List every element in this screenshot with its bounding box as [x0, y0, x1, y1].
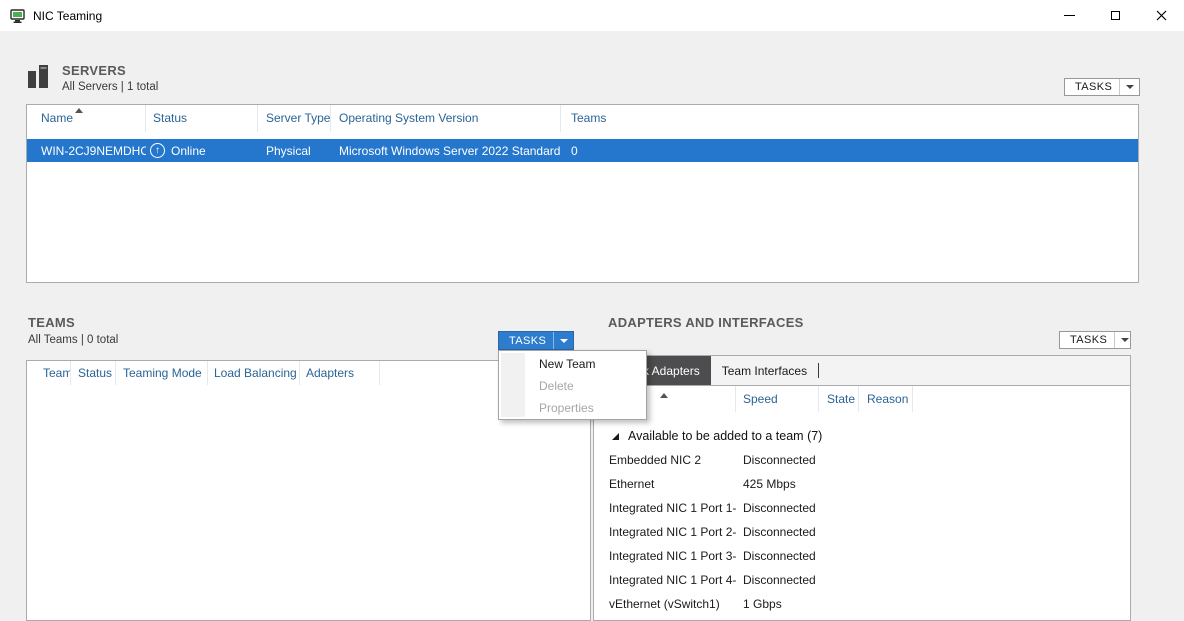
window-title: NIC Teaming: [33, 9, 102, 23]
teams-col-load-balancing[interactable]: Load Balancing: [208, 361, 300, 385]
adapter-row[interactable]: Integrated NIC 1 Port 2-1 Disconnected: [594, 520, 1130, 544]
teams-tasks-button[interactable]: TASKS: [498, 331, 574, 350]
chevron-down-icon: [1119, 79, 1140, 95]
minimize-icon: [1064, 15, 1075, 16]
servers-col-teams[interactable]: Teams: [561, 105, 1138, 132]
adapters-tabstrip: Network Adapters Team Interfaces: [593, 355, 1131, 385]
teams-subtitle: All Teams | 0 total: [28, 334, 118, 346]
tab-team-interfaces[interactable]: Team Interfaces: [711, 356, 818, 385]
adapters-tasks-button[interactable]: TASKS: [1059, 331, 1131, 349]
teams-heading: TEAMS: [28, 315, 75, 330]
servers-tasks-button[interactable]: TASKS: [1064, 78, 1140, 96]
sort-ascending-icon: [75, 108, 83, 113]
adapter-row[interactable]: vEthernet (vSwitch1) 1 Gbps: [594, 592, 1130, 616]
adapter-group-header[interactable]: Available to be added to a team (7): [594, 424, 1130, 448]
adapter-name: Integrated NIC 1 Port 1-1: [594, 501, 736, 515]
adapters-col-reason[interactable]: Reason: [859, 386, 913, 412]
menu-item-delete: Delete: [499, 375, 646, 397]
server-status: Online: [171, 144, 206, 158]
chevron-down-icon: [1114, 332, 1135, 348]
adapters-col-speed[interactable]: Speed: [736, 386, 819, 412]
close-icon: [1156, 10, 1167, 21]
title-bar: NIC Teaming: [0, 0, 1184, 31]
maximize-icon: [1111, 11, 1120, 20]
tab-divider: [818, 363, 819, 378]
adapter-speed: Disconnected: [736, 453, 816, 467]
server-name: WIN-2CJ9NEMDHO6: [27, 144, 146, 158]
adapters-heading: ADAPTERS AND INTERFACES: [608, 315, 804, 330]
adapters-col-state[interactable]: State: [819, 386, 859, 412]
adapters-col-filler: [913, 386, 1130, 412]
chevron-down-icon: [553, 332, 574, 349]
teams-tasks-menu: New Team Delete Properties: [498, 350, 647, 420]
adapters-list: Speed State Reason Available to be added…: [593, 385, 1131, 621]
adapter-row[interactable]: Integrated NIC 1 Port 4-1 Disconnected: [594, 568, 1130, 592]
servers-subtitle: All Servers | 1 total: [62, 81, 158, 93]
servers-col-name[interactable]: Name: [27, 105, 146, 132]
expanded-group-triangle-icon: [612, 433, 619, 440]
sort-ascending-icon: [660, 393, 668, 398]
adapter-speed: Disconnected: [736, 501, 816, 515]
servers-heading: SERVERS: [62, 63, 126, 78]
adapter-speed: 425 Mbps: [736, 477, 796, 491]
teams-col-adapters[interactable]: Adapters: [300, 361, 380, 385]
servers-col-os-version[interactable]: Operating System Version: [331, 105, 561, 132]
menu-item-properties: Properties: [499, 397, 646, 419]
adapter-speed: Disconnected: [736, 573, 816, 587]
app-icon: [9, 7, 26, 24]
servers-tasks-label: TASKS: [1075, 81, 1112, 93]
teams-tasks-label: TASKS: [509, 335, 546, 347]
server-os-version: Microsoft Windows Server 2022 Standard: [331, 144, 561, 158]
adapter-name: Ethernet: [594, 477, 736, 491]
adapter-speed: 1 Gbps: [736, 597, 782, 611]
adapter-speed: Disconnected: [736, 525, 816, 539]
teams-col-team[interactable]: Team: [27, 361, 71, 385]
server-row[interactable]: WIN-2CJ9NEMDHO6 ↑ Online Physical Micros…: [27, 139, 1138, 162]
server-teams-count: 0: [561, 144, 1138, 158]
adapter-name: Integrated NIC 1 Port 4-1: [594, 573, 736, 587]
adapters-list-header: Speed State Reason: [594, 386, 1130, 412]
adapter-row[interactable]: Ethernet 425 Mbps: [594, 472, 1130, 496]
servers-table-header: Name Status Server Type Operating System…: [27, 105, 1138, 132]
close-button[interactable]: [1138, 0, 1184, 31]
maximize-button[interactable]: [1092, 0, 1138, 31]
up-arrow-circle-online-icon: ↑: [150, 143, 165, 158]
adapter-name: Integrated NIC 1 Port 2-1: [594, 525, 736, 539]
adapter-name: vEthernet (vSwitch1): [594, 597, 736, 611]
adapter-row[interactable]: Integrated NIC 1 Port 3-1 Disconnected: [594, 544, 1130, 568]
menu-item-new-team[interactable]: New Team: [499, 353, 646, 375]
server-status-cell: ↑ Online: [146, 143, 258, 158]
adapter-row[interactable]: Embedded NIC 2 Disconnected: [594, 448, 1130, 472]
teams-col-status[interactable]: Status: [71, 361, 116, 385]
servers-stack-icon: [27, 64, 51, 90]
adapter-speed: Disconnected: [736, 549, 816, 563]
adapter-name: Embedded NIC 2: [594, 453, 736, 467]
servers-col-server-type[interactable]: Server Type: [258, 105, 331, 132]
teams-col-teaming-mode[interactable]: Teaming Mode: [116, 361, 208, 385]
servers-col-status[interactable]: Status: [146, 105, 258, 132]
server-type: Physical: [258, 144, 331, 158]
servers-table: Name Status Server Type Operating System…: [26, 104, 1139, 283]
adapter-name: Integrated NIC 1 Port 3-1: [594, 549, 736, 563]
adapter-row[interactable]: Integrated NIC 1 Port 1-1 Disconnected: [594, 496, 1130, 520]
minimize-button[interactable]: [1046, 0, 1092, 31]
adapter-group-label: Available to be added to a team (7): [628, 429, 822, 443]
adapters-tasks-label: TASKS: [1070, 334, 1107, 346]
